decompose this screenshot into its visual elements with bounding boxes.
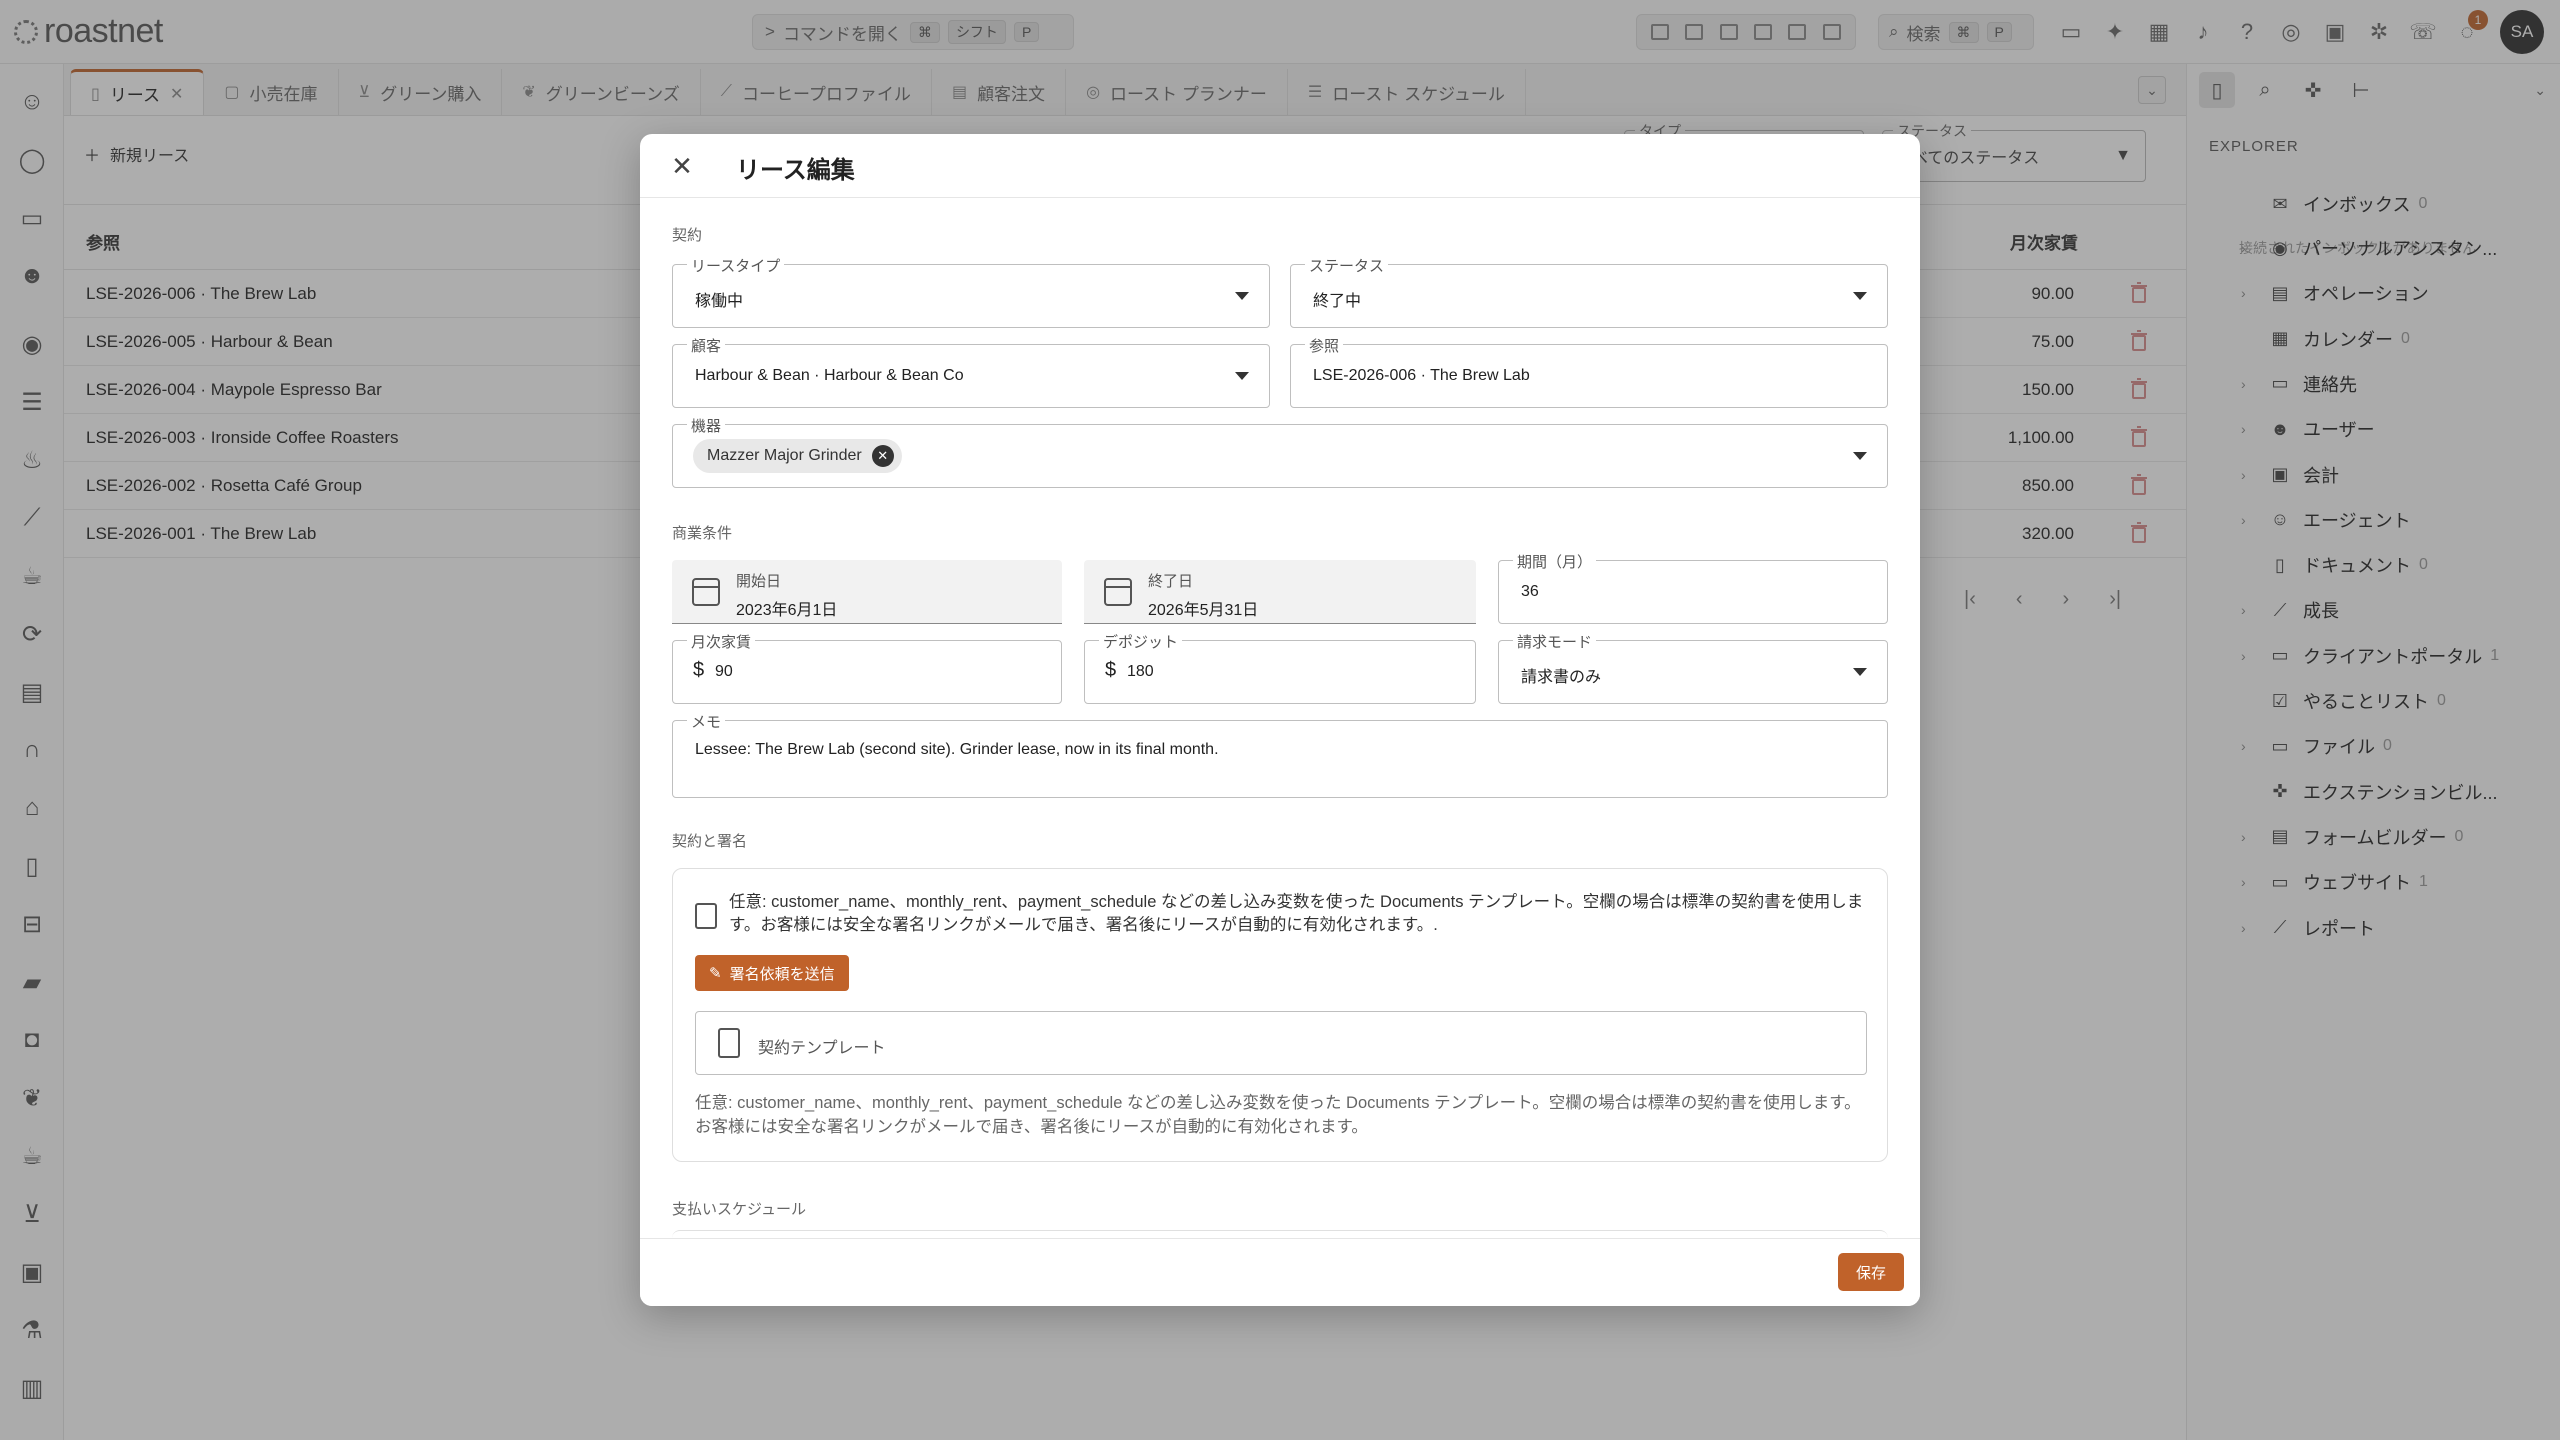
contract-template-select[interactable]: 契約テンプレート [695, 1011, 1867, 1075]
currency-prefix: $ [693, 659, 705, 681]
section-signing: 契約と署名 [672, 833, 748, 850]
edit-lease-dialog: ✕ リース編集 契約 リースタイプ 稼働中 ステータス 終了中 顧客 Harbo… [640, 134, 1920, 1306]
button-label: 署名依頼を送信 [729, 965, 835, 983]
field-value: 請求書のみ [1521, 669, 1602, 686]
field-value: 稼働中 [695, 293, 744, 310]
field-value: Harbour & Bean · Harbour & Bean Co [695, 367, 964, 384]
template-help-text: 任意: customer_name、monthly_rent、payment_s… [695, 1094, 1861, 1136]
status-select[interactable]: ステータス 終了中 [1290, 255, 1888, 328]
billing-mode-select[interactable]: 請求モード 請求書のみ [1498, 631, 1888, 704]
dropdown-arrow-icon [1853, 292, 1867, 300]
dropdown-arrow-icon [1235, 292, 1249, 300]
field-label: メモ [687, 711, 726, 732]
field-label: 参照 [1305, 335, 1344, 356]
memo-textarea[interactable]: メモ Lessee: The Brew Lab (second site). G… [672, 711, 1888, 798]
signing-panel: 任意: customer_name、monthly_rent、payment_s… [672, 868, 1888, 1162]
dropdown-arrow-icon [1235, 372, 1249, 380]
field-label: 機器 [687, 415, 726, 436]
reference-field[interactable]: 参照 LSE-2026-006 · The Brew Lab [1290, 335, 1888, 408]
field-label: ステータス [1305, 255, 1389, 276]
field-label: 終了日 [1148, 573, 1194, 590]
dropdown-arrow-icon [1853, 668, 1867, 676]
monthly-rent-field[interactable]: 月次家賃 $ 90 [672, 631, 1062, 704]
field-value: 2023年6月1日 [736, 602, 838, 619]
field-value: 2026年5月31日 [1148, 602, 1259, 619]
dialog-title: リース編集 [736, 157, 855, 184]
currency-prefix: $ [1105, 659, 1117, 681]
save-button[interactable]: 保存 [1837, 1253, 1904, 1291]
payment-schedule-panel [672, 1230, 1888, 1238]
signature-icon [695, 903, 717, 929]
field-label: 開始日 [736, 573, 782, 590]
document-icon [718, 1028, 740, 1058]
signing-info: 任意: customer_name、monthly_rent、payment_s… [729, 893, 1864, 934]
equipment-select[interactable]: 機器 Mazzer Major Grinder ✕ [672, 415, 1888, 488]
dialog-header: ✕ リース編集 [640, 134, 1920, 198]
field-value: LSE-2026-006 · The Brew Lab [1313, 367, 1530, 384]
field-value: 180 [1127, 663, 1154, 680]
send-signature-request-button[interactable]: ✎ 署名依頼を送信 [695, 955, 849, 991]
field-label: 期間（月） [1513, 551, 1597, 572]
start-date-field[interactable]: 開始日 2023年6月1日 [672, 560, 1062, 624]
close-icon[interactable]: ✕ [668, 151, 696, 181]
field-label: 顧客 [687, 335, 726, 356]
remove-chip-icon[interactable]: ✕ [871, 445, 894, 467]
field-value: 終了中 [1313, 293, 1362, 310]
field-label: リースタイプ [687, 255, 785, 276]
signature-icon: ✎ [709, 965, 722, 982]
dialog-body: 契約 リースタイプ 稼働中 ステータス 終了中 顧客 Harbour & Bea… [672, 198, 1888, 1238]
field-label: 月次家賃 [687, 631, 756, 652]
field-label: 請求モード [1513, 631, 1597, 652]
section-terms: 商業条件 [672, 525, 733, 542]
dropdown-arrow-icon [1853, 452, 1867, 460]
deposit-field[interactable]: デポジット $ 180 [1084, 631, 1476, 704]
template-placeholder: 契約テンプレート [758, 1040, 886, 1057]
field-value: Lessee: The Brew Lab (second site). Grin… [695, 741, 1219, 758]
calendar-icon [692, 578, 720, 606]
dialog-footer: 保存 [640, 1238, 1920, 1306]
calendar-icon [1104, 578, 1132, 606]
customer-select[interactable]: 顧客 Harbour & Bean · Harbour & Bean Co [672, 335, 1270, 408]
lease-type-select[interactable]: リースタイプ 稼働中 [672, 255, 1270, 328]
term-months-field[interactable]: 期間（月） 36 [1498, 551, 1888, 624]
chip-label: Mazzer Major Grinder [707, 447, 862, 464]
field-value: 36 [1521, 583, 1539, 600]
section-contract: 契約 [672, 227, 703, 244]
equipment-chip: Mazzer Major Grinder ✕ [693, 439, 902, 473]
section-payments: 支払いスケジュール [672, 1201, 806, 1218]
end-date-field[interactable]: 終了日 2026年5月31日 [1084, 560, 1476, 624]
field-label: デポジット [1099, 631, 1183, 652]
field-value: 90 [715, 663, 733, 680]
